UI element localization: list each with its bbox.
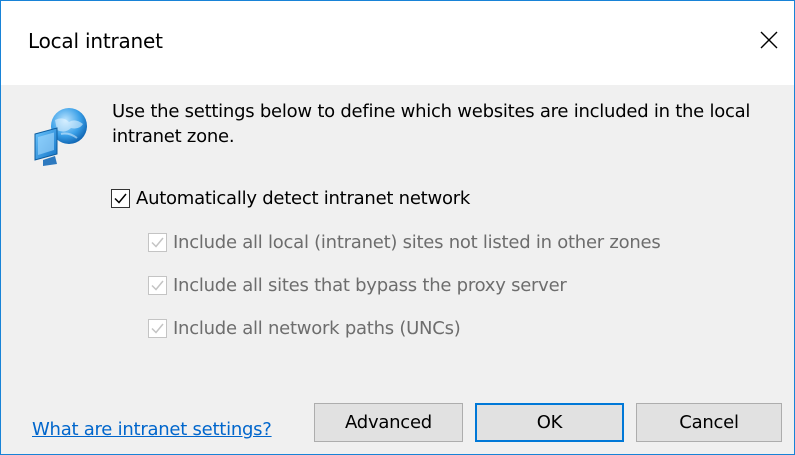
- title-bar: Local intranet: [1, 1, 794, 85]
- auto-detect-label: Automatically detect intranet network: [136, 188, 471, 209]
- checkmark-icon: [151, 237, 164, 248]
- auto-detect-checkbox[interactable]: [111, 189, 130, 208]
- checkmark-icon: [151, 323, 164, 334]
- globe-monitor-icon: [34, 108, 87, 166]
- include-bypass-proxy-checkbox: [148, 276, 167, 295]
- include-network-paths-label: Include all network paths (UNCs): [173, 318, 461, 339]
- include-local-sites-checkbox: [148, 233, 167, 252]
- ok-button[interactable]: OK: [475, 403, 624, 442]
- auto-detect-checkbox-row[interactable]: Automatically detect intranet network: [111, 188, 470, 209]
- description-text: Use the settings below to define which w…: [112, 101, 751, 147]
- checkmark-icon: [151, 280, 164, 291]
- include-local-sites-label: Include all local (intranet) sites not l…: [173, 232, 661, 253]
- include-bypass-proxy-checkbox-row: Include all sites that bypass the proxy …: [148, 275, 567, 296]
- include-local-sites-checkbox-row: Include all local (intranet) sites not l…: [148, 232, 661, 253]
- cancel-button[interactable]: Cancel: [636, 403, 782, 442]
- intranet-settings-help-link[interactable]: What are intranet settings?: [32, 419, 272, 440]
- close-button[interactable]: [752, 23, 786, 57]
- advanced-button[interactable]: Advanced: [314, 403, 463, 442]
- include-network-paths-checkbox-row: Include all network paths (UNCs): [148, 318, 461, 339]
- close-icon: [760, 31, 778, 49]
- include-bypass-proxy-label: Include all sites that bypass the proxy …: [173, 275, 567, 296]
- include-network-paths-checkbox: [148, 319, 167, 338]
- checkmark-icon: [114, 193, 127, 204]
- local-intranet-dialog: Local intranet Use the settings below to: [0, 0, 795, 455]
- dialog-title: Local intranet: [28, 29, 163, 53]
